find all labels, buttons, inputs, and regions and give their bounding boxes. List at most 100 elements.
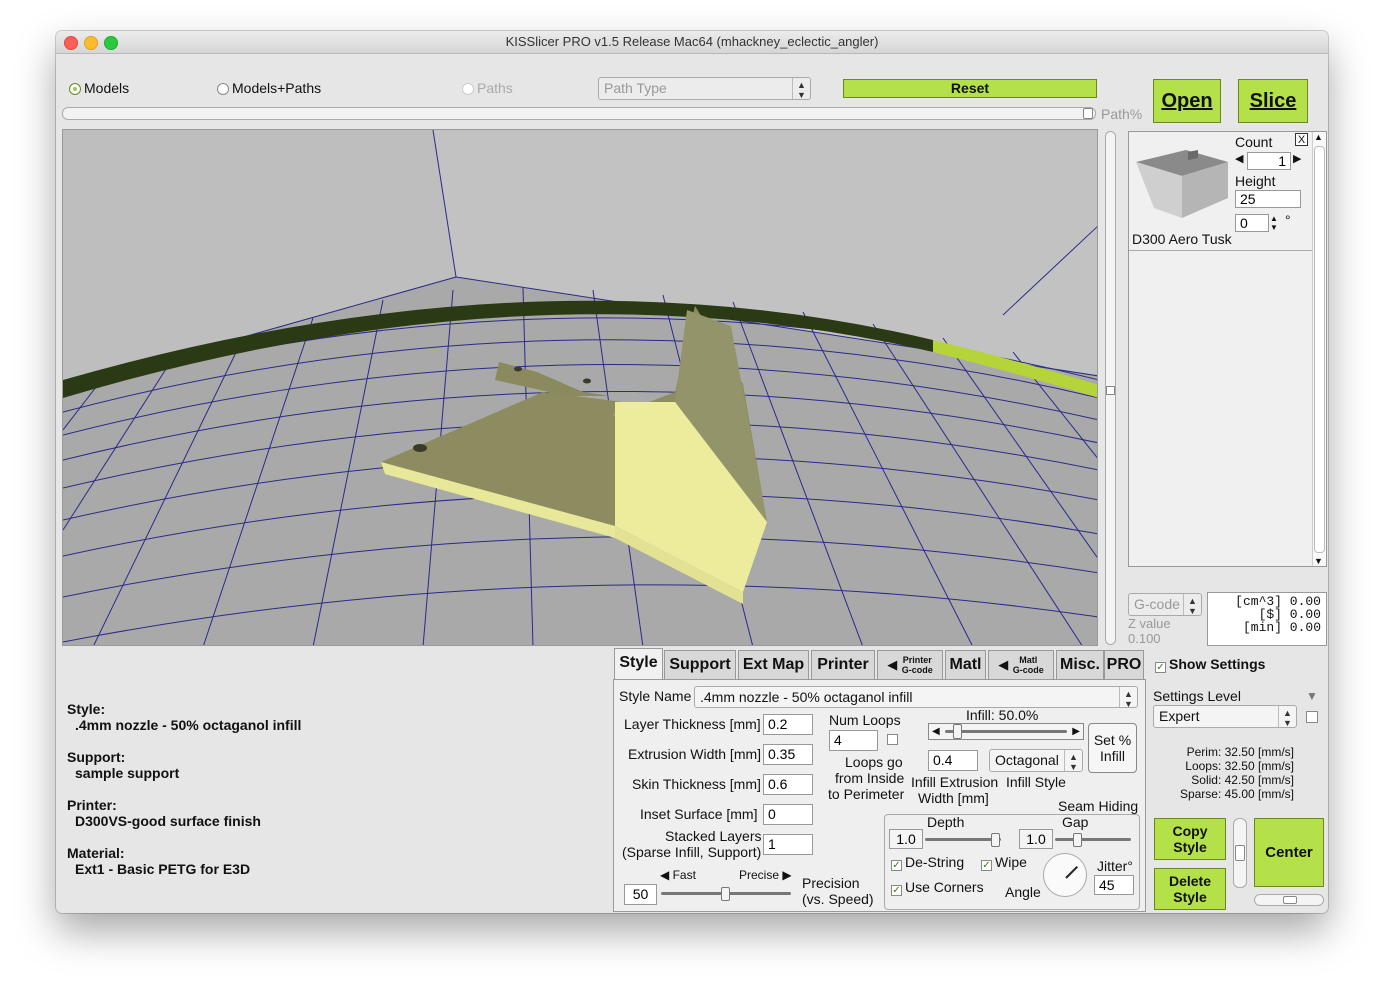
depth-input[interactable]: 1.0 xyxy=(889,829,923,849)
stacked-layers-sublabel: (Sparse Infill, Support) xyxy=(622,844,762,860)
tab-ext-map[interactable]: Ext Map xyxy=(738,650,809,679)
skin-thickness-label: Skin Thickness [mm] xyxy=(632,776,761,792)
decrement-arrow-icon[interactable]: ◀ xyxy=(1235,152,1243,165)
disclosure-triangle-icon[interactable]: ▼ xyxy=(1306,689,1318,703)
infill-slider[interactable]: ◀ ▶ xyxy=(928,723,1084,740)
rotation-input[interactable]: 0 xyxy=(1235,214,1269,232)
close-window-button[interactable] xyxy=(64,36,78,50)
degree-unit: ° xyxy=(1285,212,1291,228)
horizontal-slider[interactable] xyxy=(1254,894,1324,906)
wipe-checkbox[interactable]: ✓ Wipe xyxy=(981,854,1027,871)
layer-slider[interactable] xyxy=(1105,131,1116,645)
reset-button[interactable]: Reset xyxy=(843,79,1097,98)
slider-thumb[interactable] xyxy=(991,833,1000,847)
stacked-layers-input[interactable]: 1 xyxy=(763,834,813,855)
slider-thumb[interactable] xyxy=(1235,845,1245,861)
precision-precise-label: Precise ▶ xyxy=(739,868,792,882)
tab-misc[interactable]: Misc. xyxy=(1056,650,1104,679)
radio-models[interactable]: Models xyxy=(69,80,129,96)
tab-matl-gcode[interactable]: ◀ Matl G-code xyxy=(988,650,1054,679)
model-list-item[interactable]: Count X ◀ 1 ▶ Height 25 0 ▲ ▼ ° D300 Aero… xyxy=(1129,132,1314,251)
decrease-arrow-icon[interactable]: ◀ xyxy=(932,724,940,739)
tab-printer[interactable]: Printer xyxy=(811,650,875,679)
layer-thickness-input[interactable]: 0.2 xyxy=(763,714,813,735)
increment-arrow-icon[interactable]: ▶ xyxy=(1293,152,1301,165)
settings-level-checkbox[interactable] xyxy=(1306,711,1318,723)
infill-width-input[interactable]: 0.4 xyxy=(928,750,978,771)
radio-selected-icon xyxy=(69,83,81,95)
show-settings-checkbox[interactable]: ✓ Show Settings xyxy=(1155,656,1265,673)
tab-printer-gcode[interactable]: ◀ Printer G-code xyxy=(877,650,943,679)
path-type-select[interactable]: Path Type ▲ ▼ xyxy=(598,77,811,100)
slider-thumb[interactable] xyxy=(1283,896,1297,904)
infill-style-label: Infill Style xyxy=(1006,774,1066,790)
radio-models-paths[interactable]: Models+Paths xyxy=(217,80,321,96)
zoom-window-button[interactable] xyxy=(104,36,118,50)
precision-slider[interactable] xyxy=(659,884,793,904)
slider-thumb[interactable] xyxy=(1073,833,1082,847)
skin-thickness-input[interactable]: 0.6 xyxy=(763,774,813,795)
delete-style-button[interactable]: Delete Style xyxy=(1154,868,1226,910)
inset-surface-input[interactable]: 0 xyxy=(763,804,813,825)
scroll-down-icon[interactable]: ▼ xyxy=(1314,556,1323,566)
num-loops-input[interactable]: 4 xyxy=(829,730,878,751)
scroll-up-icon[interactable]: ▲ xyxy=(1314,132,1323,142)
slice-button[interactable]: Slice xyxy=(1238,79,1308,123)
angle-dial[interactable] xyxy=(1043,853,1087,897)
set-infill-button[interactable]: Set % Infill xyxy=(1088,723,1137,773)
slider-thumb[interactable] xyxy=(953,724,962,739)
tab-scroll-left-icon: ◀ xyxy=(998,657,1009,672)
count-stepper[interactable]: ◀ 1 ▶ xyxy=(1235,152,1305,170)
slider-thumb[interactable] xyxy=(721,887,730,901)
inset-surface-label: Inset Surface [mm] xyxy=(640,806,758,822)
model-list-scrollbar[interactable]: ▲ ▼ xyxy=(1312,132,1326,566)
num-loops-label: Num Loops xyxy=(829,712,901,728)
use-corners-checkbox[interactable]: ✓ Use Corners xyxy=(891,879,984,896)
gap-slider[interactable] xyxy=(1055,831,1133,849)
precision-label: Precision xyxy=(802,875,860,891)
infill-extrusion-sublabel: Width [mm] xyxy=(918,790,989,806)
height-input[interactable]: 25 xyxy=(1235,190,1301,208)
infill-style-select[interactable]: Octagonal ▲ ▼ xyxy=(989,749,1083,772)
3d-viewport[interactable] xyxy=(62,129,1098,646)
increase-arrow-icon[interactable]: ▶ xyxy=(1072,724,1080,739)
scroll-thumb[interactable] xyxy=(1314,146,1325,553)
rotation-stepper-icon[interactable]: ▲ ▼ xyxy=(1270,214,1278,232)
seam-hiding-label: Seam Hiding xyxy=(1058,798,1139,814)
z-value-label: Z value xyxy=(1128,616,1171,631)
radio-paths[interactable]: Paths xyxy=(462,80,513,96)
radio-icon xyxy=(217,83,229,95)
style-scroll-slider[interactable] xyxy=(1233,818,1247,888)
settings-level-select[interactable]: Expert ▲ ▼ xyxy=(1153,705,1297,728)
num-loops-checkbox[interactable] xyxy=(887,734,898,745)
open-button[interactable]: Open xyxy=(1153,79,1221,123)
gcode-select[interactable]: G-code ▲ ▼ xyxy=(1128,593,1202,616)
count-input[interactable]: 1 xyxy=(1247,152,1291,170)
extrusion-width-input[interactable]: 0.35 xyxy=(763,744,813,765)
depth-slider[interactable] xyxy=(925,831,1003,849)
tab-style[interactable]: Style xyxy=(614,648,663,679)
minimize-window-button[interactable] xyxy=(84,36,98,50)
gap-input[interactable]: 1.0 xyxy=(1019,829,1053,849)
slider-thumb[interactable] xyxy=(1083,108,1093,119)
precision-fast-label: ◀ Fast xyxy=(660,868,696,882)
precision-sublabel: (vs. Speed) xyxy=(802,891,874,907)
path-percent-slider[interactable] xyxy=(62,107,1096,120)
window-title: KISSlicer PRO v1.5 Release Mac64 (mhackn… xyxy=(505,34,879,49)
slider-thumb[interactable] xyxy=(1106,386,1115,395)
speed-summary: Perim: 32.50 [mm/s] Loops: 32.50 [mm/s] … xyxy=(1179,745,1294,801)
copy-style-button[interactable]: Copy Style xyxy=(1154,818,1226,860)
checkmark-icon: ✓ xyxy=(891,885,902,896)
center-button[interactable]: Center xyxy=(1254,818,1324,887)
model-list-panel: Count X ◀ 1 ▶ Height 25 0 ▲ ▼ ° D300 Aero… xyxy=(1128,131,1327,567)
style-name-select[interactable]: .4mm nozzle - 50% octaganol infill ▲ ▼ xyxy=(694,686,1138,709)
tab-pro[interactable]: PRO xyxy=(1104,650,1144,679)
tab-support[interactable]: Support xyxy=(664,650,736,679)
remove-model-button[interactable]: X xyxy=(1295,133,1308,146)
arrow-right-icon: ▶ xyxy=(779,868,792,882)
destring-checkbox[interactable]: ✓ De-String xyxy=(891,854,964,871)
precision-input[interactable]: 50 xyxy=(624,884,657,905)
profile-summary: Style: .4mm nozzle - 50% octaganol infil… xyxy=(67,701,302,877)
jitter-input[interactable]: 45 xyxy=(1094,875,1134,895)
tab-matl[interactable]: Matl xyxy=(945,650,986,679)
